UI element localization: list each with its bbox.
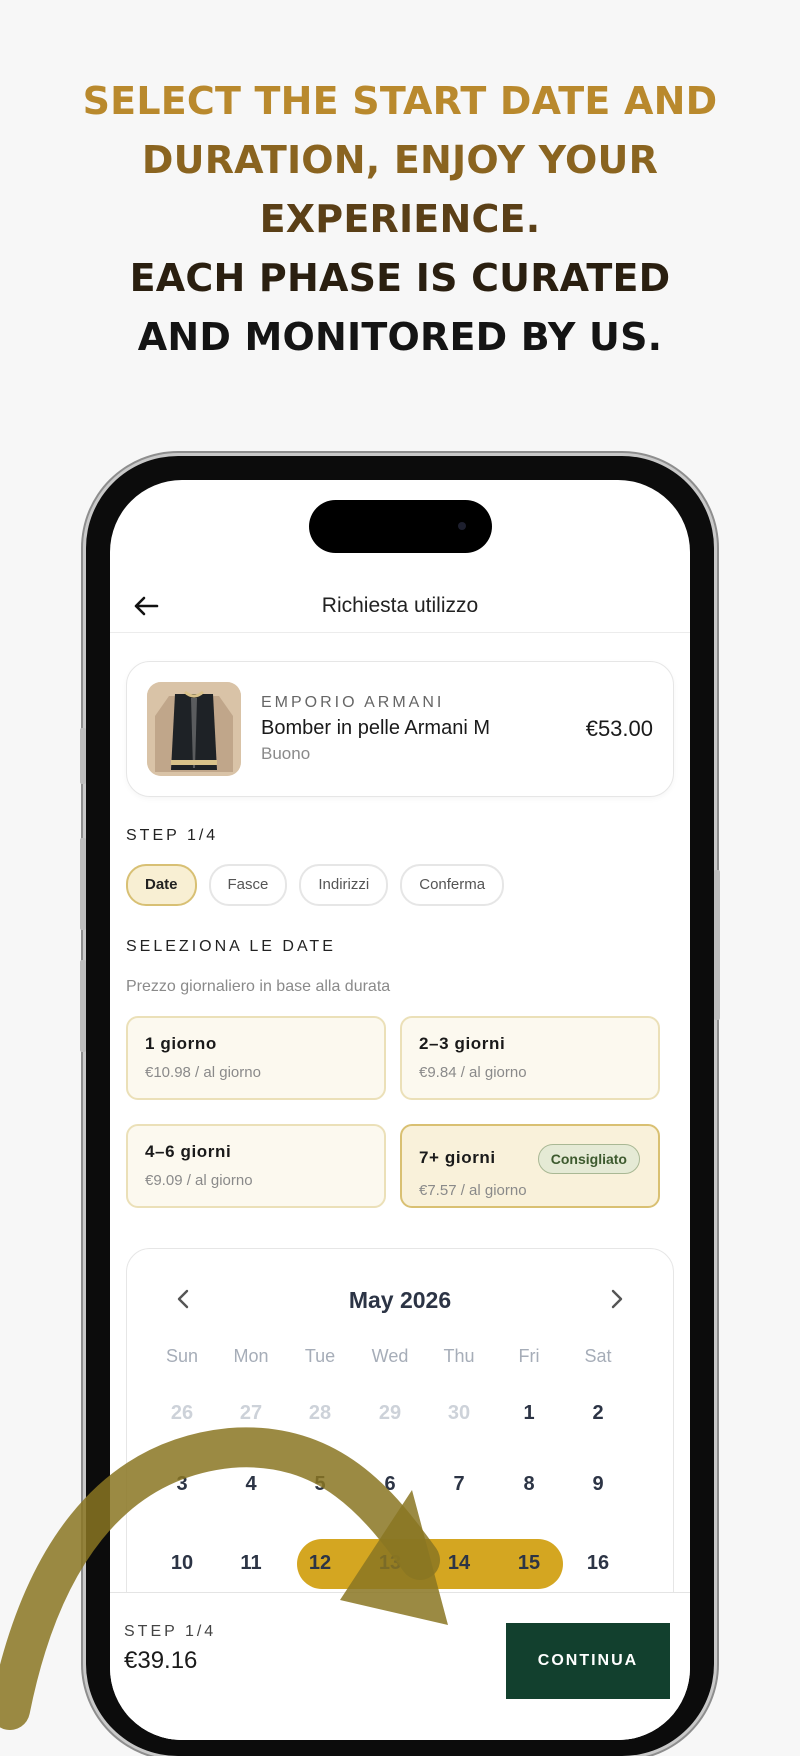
calendar-day-selected[interactable]: 12 [297, 1552, 343, 1575]
calendar-day[interactable]: 16 [575, 1552, 621, 1575]
calendar-day[interactable]: 1 [506, 1402, 552, 1425]
chevron-right-icon[interactable] [607, 1285, 627, 1313]
calendar-day: 26 [170, 1402, 194, 1424]
calendar-day: 30 [447, 1402, 471, 1424]
calendar-day[interactable]: 3 [159, 1473, 205, 1496]
duration-price: €7.57 / al giorno [419, 1182, 527, 1199]
calendar-day[interactable]: 9 [575, 1473, 621, 1496]
footer-step: STEP 1/4 [124, 1623, 217, 1640]
tab-indirizzi[interactable]: Indirizzi [299, 864, 389, 906]
headline-line-5: AND MONITORED BY US. [137, 315, 663, 359]
duration-price: €10.98 / al giorno [145, 1064, 261, 1081]
product-condition: Buono [261, 744, 311, 763]
headline-line-3: EXPERIENCE. [259, 197, 541, 241]
duration-option-1[interactable]: 1 giorno €10.98 / al giorno [126, 1016, 386, 1100]
phone-side-button [80, 838, 86, 930]
duration-option-7-plus[interactable]: 7+ giorni Consigliato €7.57 / al giorno [400, 1124, 660, 1208]
calendar-day-selected[interactable]: 15 [506, 1552, 552, 1575]
product-card[interactable]: EMPORIO ARMANI Bomber in pelle Armani M … [126, 661, 674, 797]
calendar-day[interactable]: 10 [159, 1552, 205, 1575]
camera-icon [458, 522, 466, 530]
bottom-bar: STEP 1/4 €39.16 CONTINUA [110, 1592, 690, 1740]
duration-option-4-6[interactable]: 4–6 giorni €9.09 / al giorno [126, 1124, 386, 1208]
duration-title: 4–6 giorni [145, 1142, 232, 1161]
calendar-day: 29 [378, 1402, 402, 1424]
screen-title: Richiesta utilizzo [321, 594, 479, 617]
continue-button[interactable]: CONTINUA [506, 1623, 670, 1699]
weekday-label: Sat [584, 1346, 612, 1366]
tab-date[interactable]: Date [126, 864, 197, 906]
calendar-day[interactable]: 4 [228, 1473, 274, 1496]
duration-price: €9.84 / al giorno [419, 1064, 527, 1081]
weekday-label: Sun [165, 1346, 199, 1366]
calendar-day: 28 [308, 1402, 332, 1424]
calendar-day[interactable]: 5 [297, 1473, 343, 1496]
step-label: STEP 1/4 [126, 827, 219, 844]
phone-side-button [80, 960, 86, 1052]
phone-screen: Richiesta utilizzo EMPORIO ARMANI Bomber… [110, 480, 690, 1740]
duration-price: €9.09 / al giorno [145, 1172, 253, 1189]
duration-title: 7+ giorni [419, 1148, 496, 1167]
weekday-label: Fri [518, 1346, 540, 1366]
tab-conferma[interactable]: Conferma [400, 864, 505, 906]
calendar-day-selected[interactable]: 13 [367, 1552, 413, 1575]
calendar-day[interactable]: 6 [367, 1473, 413, 1496]
weekday-label: Thu [443, 1346, 475, 1366]
calendar-day-selected[interactable]: 14 [436, 1552, 482, 1575]
section-title: SELEZIONA LE DATE [126, 938, 336, 955]
weekday-label: Wed [371, 1346, 409, 1366]
product-price: €53.00 [585, 716, 653, 741]
top-bar: Richiesta utilizzo [110, 580, 690, 633]
headline-line-1: SELECT THE START DATE AND [82, 79, 718, 123]
calendar-day[interactable]: 7 [436, 1473, 482, 1496]
product-name: Bomber in pelle Armani M [261, 717, 490, 739]
footer-total: €39.16 [124, 1647, 198, 1674]
tab-fasce[interactable]: Fasce [208, 864, 288, 906]
calendar-month: May 2026 [348, 1287, 452, 1313]
phone-side-button [80, 728, 86, 784]
headline-line-2: DURATION, ENJOY YOUR [141, 138, 659, 182]
section-subtitle: Prezzo giornaliero in base alla durata [126, 978, 391, 995]
product-image [147, 682, 241, 776]
duration-title: 1 giorno [145, 1034, 217, 1053]
dynamic-island [309, 500, 492, 553]
calendar-day: 27 [239, 1402, 263, 1424]
duration-option-2-3[interactable]: 2–3 giorni €9.84 / al giorno [400, 1016, 660, 1100]
product-brand: EMPORIO ARMANI [261, 694, 445, 711]
step-tabs: Date Fasce Indirizzi Conferma [126, 864, 505, 906]
weekday-label: Tue [304, 1346, 336, 1366]
headline-line-4: EACH PHASE IS CURATED [129, 256, 671, 300]
recommended-badge: Consigliato [537, 1144, 640, 1174]
weekday-label: Mon [233, 1346, 269, 1366]
duration-title: 2–3 giorni [419, 1034, 506, 1053]
calendar-day[interactable]: 2 [575, 1402, 621, 1425]
calendar-day[interactable]: 11 [228, 1552, 274, 1575]
phone-side-button [714, 870, 720, 1020]
headline: SELECT THE START DATE AND DURATION, ENJO… [0, 72, 800, 367]
calendar-day[interactable]: 8 [506, 1473, 552, 1496]
